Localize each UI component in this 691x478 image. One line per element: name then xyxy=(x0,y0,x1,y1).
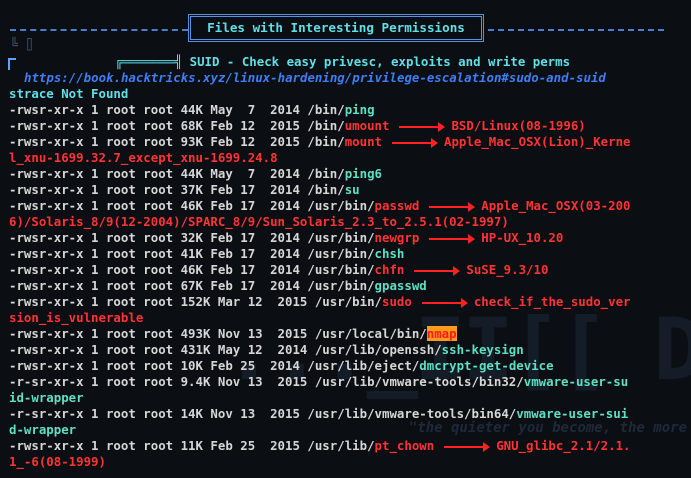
file-name: ping xyxy=(344,102,375,117)
file-metadata: -rwsr-xr-x 1 root root 68K Feb 12 2015 /… xyxy=(9,118,345,133)
file-metadata: -rwsr-xr-x 1 root root 493K Nov 13 2015 … xyxy=(9,326,427,341)
file-name: passwd xyxy=(374,198,420,213)
arrow-right-icon xyxy=(414,265,461,276)
file-metadata: -r-sr-xr-x 1 root root 9.4K Nov 13 2015 … xyxy=(9,374,524,389)
file-metadata: -rwsr-xr-x 1 root root 67K Feb 17 2014 /… xyxy=(9,278,375,293)
file-line: -rwsr-xr-x 1 root root 67K Feb 17 2014 /… xyxy=(9,278,685,294)
exploit-note: Apple_Mac_OSX(03-200 xyxy=(481,198,631,213)
suid-file-list: -rwsr-xr-x 1 root root 44K May 7 2014 /b… xyxy=(9,102,685,470)
file-name: sudo xyxy=(382,294,412,309)
line-continuation: id-wrapper xyxy=(9,390,84,405)
file-line: -rwsr-xr-x 1 root root 431K May 12 2014 … xyxy=(9,342,685,358)
file-line: -rwsr-xr-x 1 root root 37K Feb 17 2014 /… xyxy=(9,182,685,198)
tree-glyph-icon: ╚ ⌷ xyxy=(10,38,34,53)
file-line: d-wrapper xyxy=(9,422,685,438)
file-metadata: -rwsr-xr-x 1 root root 32K Feb 17 2014 /… xyxy=(9,230,375,245)
file-metadata: -rwsr-xr-x 1 root root 46K Feb 17 2014 /… xyxy=(9,262,375,277)
file-name: dmcrypt-get-device xyxy=(419,358,554,373)
file-line: -rwsr-xr-x 1 root root 46K Feb 17 2014 /… xyxy=(9,198,685,214)
file-name: newgrp xyxy=(374,230,420,245)
file-name: gpasswd xyxy=(374,278,427,293)
file-line: -rwsr-xr-x 1 root root 32K Feb 17 2014 /… xyxy=(9,230,685,246)
file-line: id-wrapper xyxy=(9,390,685,406)
exploit-note: GNU_glibc_2.1/2.1. xyxy=(496,438,631,453)
file-name: umount xyxy=(344,118,390,133)
file-line: -rwsr-xr-x 1 root root 10K Feb 25 2014 /… xyxy=(9,358,685,374)
file-metadata: -rwsr-xr-x 1 root root 46K Feb 17 2014 /… xyxy=(9,198,375,213)
file-name: vmware-user-su xyxy=(523,374,629,389)
suid-section-title: ╔═══════╣ SUID - Check easy privesc, exp… xyxy=(115,54,571,69)
line-continuation: l_xnu-1699.32.7_except_xnu-1699.24.8 xyxy=(9,150,278,165)
line-continuation: 6)/Solaris_8/9(12-2004)/SPARC_8/9/Sun_So… xyxy=(9,214,509,229)
file-line: -rwsr-xr-x 1 root root 44K May 7 2014 /b… xyxy=(9,102,685,118)
line-continuation: sion_is_vulnerable xyxy=(9,310,144,325)
section-header: Files with Interesting Permissions xyxy=(188,14,484,42)
file-name: chfn xyxy=(374,262,405,277)
exploit-note: Apple_Mac_OSX(Lion)_Kerne xyxy=(444,134,631,149)
file-metadata: -rwsr-xr-x 1 root root 41K Feb 17 2014 /… xyxy=(9,246,375,261)
exploit-note: SuSE_9.3/10 xyxy=(466,262,549,277)
file-line: -rwsr-xr-x 1 root root 41K Feb 17 2014 /… xyxy=(9,246,685,262)
file-line: -rwsr-xr-x 1 root root 11K Feb 25 2015 /… xyxy=(9,438,685,454)
file-metadata: -rwsr-xr-x 1 root root 10K Feb 25 2014 /… xyxy=(9,358,420,373)
tree-corner-icon xyxy=(8,58,16,70)
arrow-right-icon xyxy=(429,233,476,244)
file-line: 1_-6(08-1999) xyxy=(9,454,685,470)
terminal-output: strace Not Found -rwsr-xr-x 1 root root … xyxy=(9,86,685,470)
file-line: sion_is_vulnerable xyxy=(9,310,685,326)
file-metadata: -rwsr-xr-x 1 root root 93K Feb 12 2015 /… xyxy=(9,134,345,149)
arrow-right-icon xyxy=(392,137,439,148)
file-name: su xyxy=(344,182,360,197)
file-metadata: -rwsr-xr-x 1 root root 44K May 7 2014 /b… xyxy=(9,166,345,181)
file-line: -rwsr-xr-x 1 root root 46K Feb 17 2014 /… xyxy=(9,262,685,278)
arrow-right-icon xyxy=(444,441,491,452)
file-line: l_xnu-1699.32.7_except_xnu-1699.24.8 xyxy=(9,150,685,166)
file-name: vmware-user-sui xyxy=(516,406,629,421)
arrow-right-icon xyxy=(421,297,468,308)
file-name: nmap xyxy=(426,326,457,341)
file-metadata: -rwsr-xr-x 1 root root 44K May 7 2014 /b… xyxy=(9,102,345,117)
exploit-note: HP-UX_10.20 xyxy=(481,230,564,245)
arrow-right-icon xyxy=(399,121,446,132)
header-rule-left xyxy=(10,29,188,33)
file-metadata: -rwsr-xr-x 1 root root 11K Feb 25 2015 /… xyxy=(9,438,375,453)
file-metadata: -rwsr-xr-x 1 root root 431K May 12 2014 … xyxy=(9,342,442,357)
header-rule-right xyxy=(488,29,664,33)
file-metadata: -r-sr-xr-x 1 root root 14K Nov 13 2015 /… xyxy=(9,406,517,421)
file-name: chsh xyxy=(374,246,405,261)
line-continuation: d-wrapper xyxy=(9,422,77,437)
strace-status: strace Not Found xyxy=(9,86,129,101)
file-line: -rwsr-xr-x 1 root root 68K Feb 12 2015 /… xyxy=(9,118,685,134)
file-name: ping6 xyxy=(344,166,383,181)
file-line: -r-sr-xr-x 1 root root 9.4K Nov 13 2015 … xyxy=(9,374,685,390)
exploit-note: check_if_the_sudo_ver xyxy=(473,294,631,309)
file-metadata: -rwsr-xr-x 1 root root 37K Feb 17 2014 /… xyxy=(9,182,345,197)
file-name: mount xyxy=(344,134,383,149)
file-line: -rwsr-xr-x 1 root root 44K May 7 2014 /b… xyxy=(9,166,685,182)
file-name: pt_chown xyxy=(374,438,435,453)
line-continuation: 1_-6(08-1999) xyxy=(9,454,106,469)
file-line: -r-sr-xr-x 1 root root 14K Nov 13 2015 /… xyxy=(9,406,685,422)
arrow-right-icon xyxy=(429,201,476,212)
exploit-note: BSD/Linux(08-1996) xyxy=(451,118,586,133)
file-line: -rwsr-xr-x 1 root root 152K Mar 12 2015 … xyxy=(9,294,685,310)
file-line: -rwsr-xr-x 1 root root 493K Nov 13 2015 … xyxy=(9,326,685,342)
file-line: 6)/Solaris_8/9(12-2004)/SPARC_8/9/Sun_So… xyxy=(9,214,685,230)
file-name: ssh-keysign xyxy=(441,342,524,357)
suid-reference-link[interactable]: https://book.hacktricks.xyz/linux-harden… xyxy=(24,70,606,85)
file-line: -rwsr-xr-x 1 root root 93K Feb 12 2015 /… xyxy=(9,134,685,150)
file-metadata: -rwsr-xr-x 1 root root 152K Mar 12 2015 … xyxy=(9,294,382,309)
